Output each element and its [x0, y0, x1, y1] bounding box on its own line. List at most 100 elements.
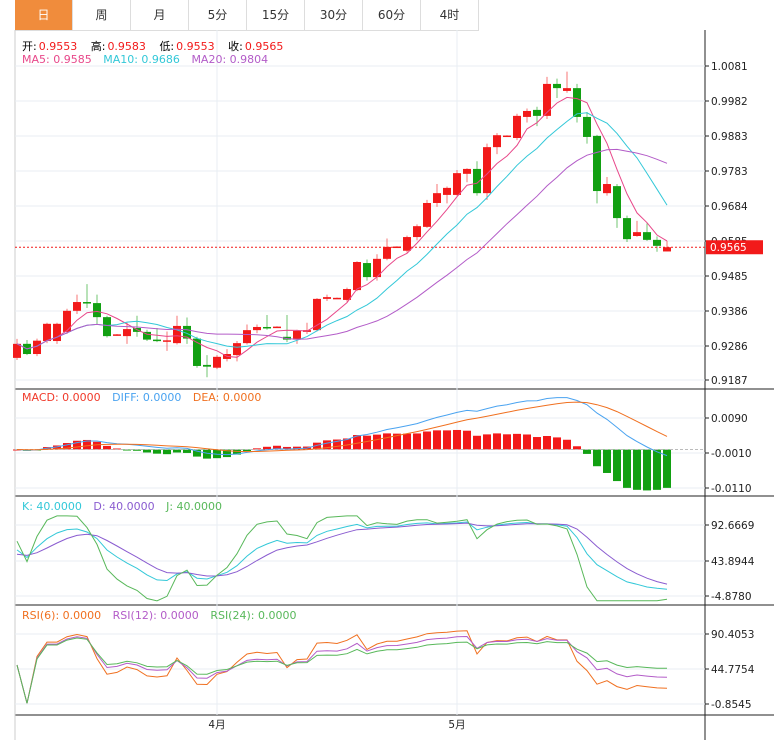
macd-bar [653, 449, 661, 490]
x-axis-label: 4月 [208, 719, 225, 731]
candle-up [123, 329, 131, 337]
candle-up [113, 334, 121, 336]
candle-up [663, 247, 671, 252]
diff-value: DIFF: 0.0000 [112, 391, 182, 404]
macd-bar [433, 430, 441, 450]
macd-bar [453, 429, 461, 450]
candle-up [383, 246, 391, 259]
ma10-line [16, 112, 668, 350]
rsi6-value: RSI(6): 0.0000 [22, 609, 102, 622]
macd-bar [163, 449, 171, 455]
candle-up [163, 340, 171, 342]
macd-bar [363, 435, 371, 450]
rsi12-value: RSI(12): 0.0000 [112, 609, 199, 622]
candle-up [13, 343, 21, 358]
candle-up [463, 168, 471, 174]
candle-up [513, 115, 521, 139]
indicator-tick-label: 92.6669 [711, 520, 754, 532]
candle-down [263, 326, 271, 329]
indicator-tick-label: 90.4053 [711, 629, 754, 641]
candle-down [573, 88, 581, 117]
candle-down [83, 302, 91, 304]
candle-up [43, 323, 51, 342]
chart-canvas[interactable]: 4月5月1.00810.99820.98830.97830.96840.9585… [0, 0, 774, 749]
candle-up [233, 343, 241, 356]
ma-legend: MA5: 0.9585 MA10: 0.9686 MA20: 0.9804 [22, 53, 276, 66]
rsi-legend: RSI(6): 0.0000 RSI(12): 0.0000 RSI(24): … [22, 609, 304, 622]
indicator-tick-label: -0.0010 [711, 448, 752, 460]
macd-bar [473, 435, 481, 450]
macd-bar [583, 449, 591, 454]
dea-value: DEA: 0.0000 [192, 391, 262, 404]
macd-bar [373, 434, 381, 450]
low-value: 0.9553 [176, 40, 215, 53]
macd-bar [593, 449, 601, 467]
macd-bar [413, 433, 421, 450]
macd-bar [403, 433, 411, 450]
kline-widget: 日 周 月 5分 15分 30分 60分 4时 4月 5月 1.0081 0.9982… [0, 0, 774, 749]
macd-value: MACD: 0.0000 [22, 391, 101, 404]
macd-bar [153, 449, 161, 454]
macd-bar [383, 433, 391, 450]
j-value: J: 40.0000 [166, 500, 223, 513]
candle-down [653, 239, 661, 246]
indicator-tick-label: -4.8780 [711, 591, 752, 603]
candle-up [413, 226, 421, 238]
high-value: 0.9583 [107, 40, 146, 53]
k-value: K: 40.0000 [22, 500, 82, 513]
macd-bar [183, 449, 191, 453]
open-label: 开: [22, 40, 37, 53]
indicator-tick-label: -0.8545 [711, 699, 752, 711]
candle-up [73, 302, 81, 311]
ma10-value: MA10: 0.9686 [103, 53, 180, 66]
k-line [16, 521, 668, 590]
price-tick-label: 0.9386 [711, 306, 748, 318]
macd-bar [483, 434, 491, 450]
indicator-tick-label: 0.0090 [711, 413, 748, 425]
candle-down [553, 83, 561, 89]
price-tick-label: 0.9883 [711, 131, 748, 143]
rsi24-value: RSI(24): 0.0000 [210, 609, 297, 622]
candle-down [583, 116, 591, 137]
rsi12-line [16, 635, 668, 704]
candle-down [623, 218, 631, 240]
candle-up [173, 325, 181, 344]
macd-bar [103, 445, 111, 450]
macd-bar [523, 434, 531, 450]
candle-up [323, 297, 331, 299]
candle-down [593, 135, 601, 192]
macd-bar [533, 437, 541, 450]
price-tick-label: 0.9684 [711, 201, 748, 213]
ma20-value: MA20: 0.9804 [191, 53, 269, 66]
low-label: 低: [159, 40, 175, 53]
macd-bar [543, 436, 551, 450]
candle-up [433, 193, 441, 203]
candle-up [543, 83, 551, 116]
candle-up [443, 187, 451, 195]
macd-bar [513, 433, 521, 450]
ma5-value: MA5: 0.9585 [22, 53, 92, 66]
candle-up [523, 110, 531, 117]
ohlc-readout: 开: 0.9553 高: 0.9583 低: 0.9553 收: 0.9565 [22, 38, 285, 54]
candle-up [563, 88, 571, 91]
candle-up [453, 173, 461, 195]
macd-bar [643, 449, 651, 491]
macd-bar [463, 430, 471, 450]
d-line [16, 522, 668, 585]
indicator-tick-label: 43.8944 [711, 556, 755, 568]
candle-down [613, 186, 621, 219]
kdj-legend: K: 40.0000 D: 40.0000 J: 40.0000 [22, 500, 230, 513]
candle-up [633, 232, 641, 237]
candle-down [103, 317, 111, 337]
candle-up [493, 135, 501, 148]
macd-bar [203, 449, 211, 459]
price-tick-label: 0.9485 [711, 271, 748, 283]
price-tick-label: 0.9783 [711, 166, 748, 178]
macd-bar [93, 441, 101, 450]
macd-bar [503, 434, 511, 450]
macd-bar [443, 430, 451, 450]
indicator-tick-label: 44.7754 [711, 664, 755, 676]
open-value: 0.9553 [38, 40, 78, 53]
macd-bar [493, 433, 501, 450]
macd-bar [603, 449, 611, 473]
